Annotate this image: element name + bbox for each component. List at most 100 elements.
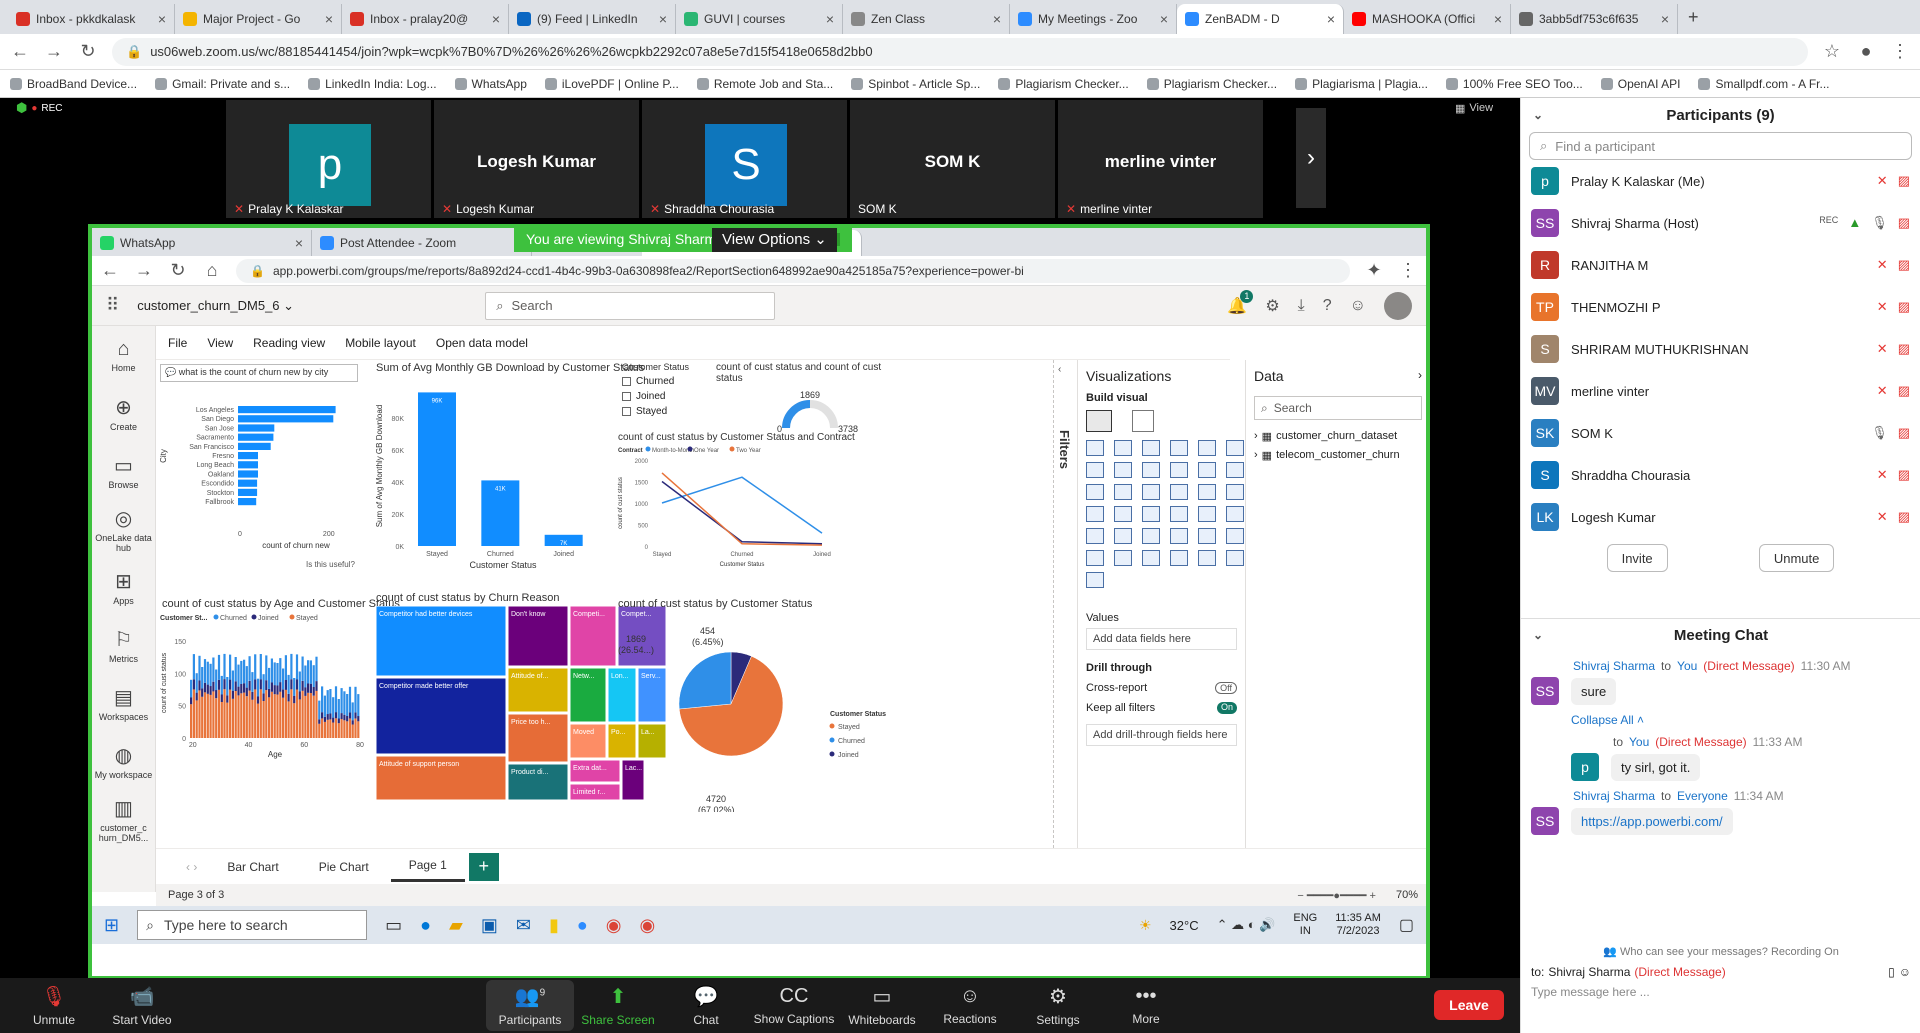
visual-type-icon[interactable] (1142, 528, 1160, 544)
file-explorer-icon[interactable]: ▰ (449, 915, 463, 936)
system-tray-icons[interactable]: ⌃ ☁ ◐ 🔊 (1217, 917, 1276, 933)
forward-icon[interactable]: → (134, 260, 154, 281)
page-tab[interactable]: Page 1 (390, 852, 465, 882)
home-icon[interactable]: ⌂ (202, 260, 222, 281)
mail-icon[interactable]: ✉ (516, 915, 531, 936)
visual-type-icon[interactable] (1142, 484, 1160, 500)
bookmark-item[interactable]: WhatsApp (454, 77, 527, 91)
store-icon[interactable]: ▣ (481, 915, 498, 936)
chat-visibility-note[interactable]: 👥 Who can see your messages? Recording O… (1521, 945, 1920, 958)
address-bar[interactable]: 🔒 us06web.zoom.us/wc/88185441454/join?wp… (112, 37, 1808, 66)
extensions-icon[interactable]: ✦ (1364, 260, 1384, 281)
visual-type-icon[interactable] (1170, 506, 1188, 522)
back-icon[interactable]: ← (10, 41, 30, 62)
browser-tab[interactable]: Zen Class × (843, 4, 1010, 34)
visual-type-icon[interactable] (1114, 506, 1132, 522)
visual-type-icon[interactable] (1142, 462, 1160, 478)
visual-type-icon[interactable] (1170, 462, 1188, 478)
cross-report-toggle[interactable]: Off (1215, 682, 1237, 694)
powerbi-search[interactable]: ⌕ Search (485, 291, 776, 320)
edge-icon[interactable]: ● (420, 915, 431, 936)
checkbox[interactable] (622, 407, 631, 416)
toolbar-button[interactable]: ▭ Whiteboards (838, 984, 926, 1027)
participant-thumbnail[interactable]: merline vinter ✕ merline vinter (1058, 100, 1263, 218)
visual-type-icon[interactable] (1086, 572, 1104, 588)
visual-type-icon[interactable] (1114, 462, 1132, 478)
next-page-button[interactable]: › (1296, 108, 1326, 208)
menu-icon[interactable]: ⋮ (1890, 41, 1910, 62)
rail-item[interactable]: ⊕ Create (92, 384, 155, 442)
participant-search[interactable]: ⌕ Find a participant (1529, 132, 1912, 160)
close-icon[interactable]: × (826, 11, 834, 27)
bookmark-item[interactable]: Remote Job and Sta... (696, 77, 833, 91)
toolbar-button[interactable]: ⚙ Settings (1014, 984, 1102, 1027)
browser-tab[interactable]: Inbox - pkkdkalask × (8, 4, 175, 34)
report-menu-item[interactable]: View (207, 336, 233, 350)
bookmark-item[interactable]: iLovePDF | Online P... (544, 77, 679, 91)
participant-thumbnail[interactable]: Logesh Kumar ✕ Logesh Kumar (434, 100, 639, 218)
rail-item[interactable]: ◎ OneLake data hub (92, 500, 155, 558)
chrome-icon[interactable]: ◉ (606, 915, 622, 936)
rail-item[interactable]: ⚐ Metrics (92, 616, 155, 674)
visual-type-icon[interactable] (1142, 506, 1160, 522)
back-icon[interactable]: ← (100, 260, 120, 281)
file-icon[interactable]: ▯ (1888, 965, 1895, 979)
visual-type-icon[interactable] (1170, 440, 1188, 456)
message-link[interactable]: https://app.powerbi.com/ (1571, 807, 1733, 835)
visual-type-icon[interactable] (1086, 506, 1104, 522)
rail-item[interactable]: ◍ My workspace (92, 732, 155, 790)
notification-center-icon[interactable]: ▢ (1399, 915, 1414, 935)
settings-icon[interactable]: ⚙ (1265, 296, 1279, 316)
slicer-item[interactable]: Stayed (622, 406, 712, 417)
qna-input[interactable]: 💬 what is the count of churn new by city (160, 364, 358, 382)
browser-tab[interactable]: GUVI | courses × (676, 4, 843, 34)
participant-row[interactable]: S SHRIRAM MUTHUKRISHNAN ✕ ▨ (1521, 328, 1920, 370)
toolbar-button[interactable]: CC Show Captions (750, 985, 838, 1026)
toolbar-button[interactable]: ⬆ Share Screen (574, 984, 662, 1027)
bookmark-item[interactable]: LinkedIn India: Log... (308, 77, 437, 91)
checkbox[interactable] (622, 392, 631, 401)
language-indicator[interactable]: ENG IN (1293, 912, 1317, 938)
bookmark-item[interactable]: Smallpdf.com - A Fr... (1698, 77, 1830, 91)
participant-row[interactable]: TP THENMOZHI P ✕ ▨ (1521, 286, 1920, 328)
visual-type-icon[interactable] (1170, 528, 1188, 544)
profile-icon[interactable]: ● (1856, 41, 1876, 62)
page-tab[interactable]: Pie Chart (301, 852, 387, 882)
toolbar-button[interactable]: 💬 Chat (662, 984, 750, 1027)
bookmark-item[interactable]: Plagiarism Checker... (1146, 77, 1277, 91)
zoom-app-icon[interactable]: ● (577, 915, 588, 936)
chrome-profile-icon[interactable]: ◉ (639, 915, 655, 936)
notifications-icon[interactable]: 🔔 1 (1227, 289, 1254, 316)
close-icon[interactable]: × (659, 11, 667, 27)
rail-item[interactable]: ▭ Browse (92, 442, 155, 500)
zoom-slider[interactable]: − ━━━━●━━━━ + (1297, 889, 1376, 902)
browser-tab[interactable]: (9) Feed | LinkedIn × (509, 4, 676, 34)
participant-row[interactable]: SK SOM K 🎙 ▨ (1521, 412, 1920, 454)
toolbar-button[interactable]: 👥9 Participants (486, 980, 574, 1031)
visual-type-icon[interactable] (1086, 528, 1104, 544)
visual-type-icon[interactable] (1170, 550, 1188, 566)
bookmark-item[interactable]: Plagiarism Checker... (998, 77, 1129, 91)
checkbox[interactable] (622, 377, 631, 386)
taskbar-search[interactable]: ⌕ Type here to search (137, 910, 368, 940)
close-icon[interactable]: × (158, 11, 166, 27)
participant-row[interactable]: S Shraddha Chourasia ✕ ▨ (1521, 454, 1920, 496)
collapse-chat-icon[interactable]: ⌄ (1533, 628, 1543, 642)
rail-item[interactable]: ▤ Workspaces (92, 674, 155, 732)
task-view-icon[interactable]: ▭ (385, 915, 402, 936)
close-icon[interactable]: × (993, 11, 1001, 27)
close-icon[interactable]: × (1327, 11, 1335, 27)
browser-tab[interactable]: Major Project - Go × (175, 4, 342, 34)
expand-icon[interactable]: › (1418, 368, 1422, 384)
browser-tab[interactable]: My Meetings - Zoo × (1010, 4, 1177, 34)
visual-type-icon[interactable] (1226, 462, 1244, 478)
invite-button[interactable]: Invite (1606, 544, 1668, 572)
data-search[interactable]: ⌕ Search (1254, 396, 1422, 420)
bookmark-item[interactable]: Spinbot - Article Sp... (851, 77, 980, 91)
download-icon[interactable]: ⤓ (1298, 297, 1305, 315)
rail-item[interactable]: ⊞ Apps (92, 558, 155, 616)
filters-pane[interactable]: ‹ Filters (1054, 360, 1078, 848)
slicer-item[interactable]: Churned (622, 376, 712, 387)
toolbar-button[interactable]: ••• More (1102, 985, 1190, 1026)
visual-type-icon[interactable] (1226, 484, 1244, 500)
